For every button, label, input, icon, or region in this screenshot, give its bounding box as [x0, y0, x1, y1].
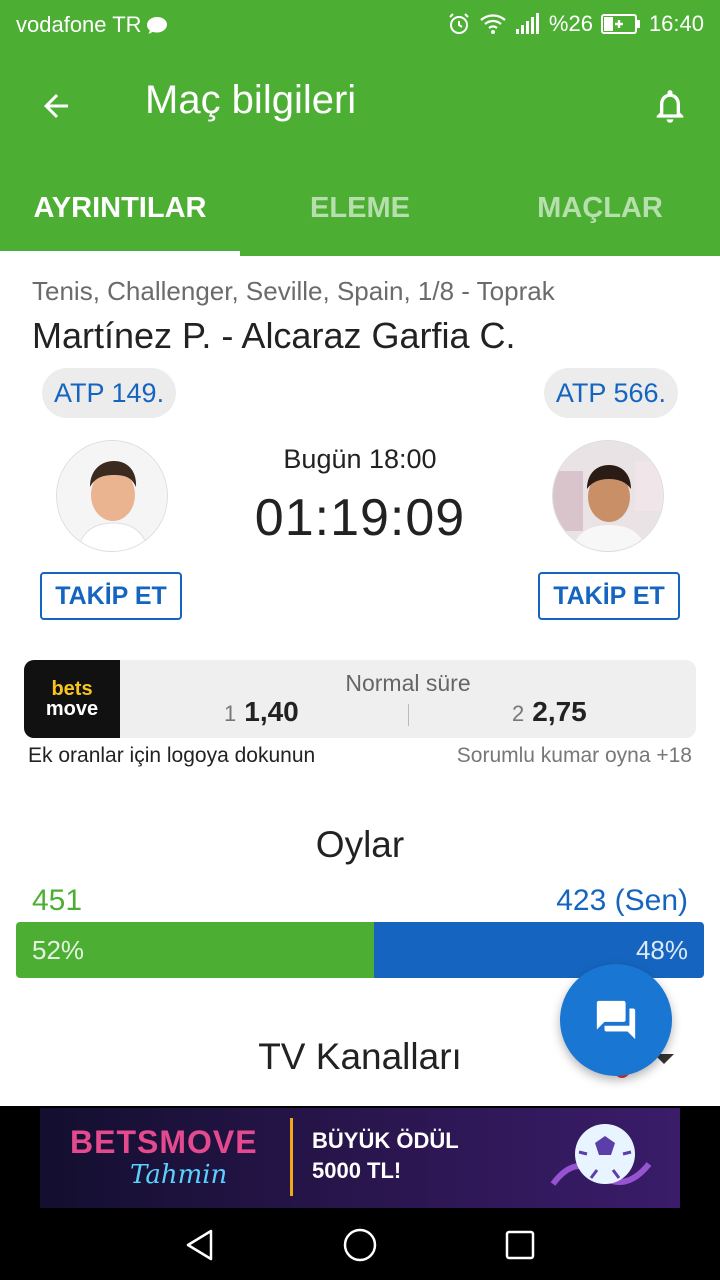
battery-percent: %26	[548, 11, 593, 36]
message-icon	[146, 15, 168, 35]
odds-away-value: 2,75	[532, 696, 587, 727]
logo-text-bottom: move	[45, 698, 99, 720]
odds-home-value: 1,40	[244, 696, 299, 727]
back-button[interactable]	[30, 80, 82, 132]
banner-brand: BETSMOVE	[70, 1124, 258, 1160]
vote-bar-player2[interactable]: 48%	[373, 922, 704, 978]
status-icons: %26 16:40	[447, 11, 704, 37]
odds-hint: Ek oranlar için logoya dokunun	[28, 744, 316, 767]
square-recents-icon	[505, 1230, 535, 1260]
vote-count-player1: 451	[32, 884, 83, 917]
carrier-label: vodafone TR	[16, 12, 142, 37]
player2-rank[interactable]: ATP 566.	[543, 368, 678, 418]
chat-button[interactable]	[560, 964, 672, 1076]
carrier: vodafone TR	[16, 12, 168, 38]
system-nav-bar	[0, 1210, 720, 1280]
follow-player1-button[interactable]: TAKİP ET	[40, 572, 182, 620]
tab-bar: AYRINTILAR ELEME MAÇLAR	[0, 160, 720, 256]
banner-divider	[290, 1118, 293, 1196]
nav-back-button[interactable]	[178, 1223, 222, 1267]
status-bar: vodafone TR %26 16:40	[0, 0, 720, 48]
logo-text-top: bets	[51, 678, 93, 700]
odds-home[interactable]: 1 1,40	[224, 696, 299, 728]
chat-icon	[596, 1000, 636, 1040]
bell-icon	[656, 90, 684, 123]
signal-icon	[515, 13, 541, 35]
banner-subtitle: Tahmin	[130, 1160, 228, 1190]
ad-banner[interactable]: BETSMOVE Tahmin BÜYÜK ÖDÜL 5000 TL!	[40, 1108, 680, 1208]
tab-details[interactable]: AYRINTILAR	[0, 160, 240, 256]
odds-away-index: 2	[512, 701, 525, 726]
arrow-left-icon	[44, 94, 68, 118]
responsible-gambling-note: Sorumlu kumar oyna +18	[456, 744, 692, 767]
match-title: Martínez P. - Alcaraz Garfia C.	[32, 315, 516, 356]
app-bar: Maç bilgileri	[0, 48, 720, 160]
page-title: Maç bilgileri	[145, 78, 357, 122]
countdown-timer: 01:19:09	[254, 489, 466, 547]
soccer-ball-icon	[550, 1124, 652, 1186]
triangle-back-icon	[186, 1229, 213, 1261]
odds-label: Normal süre	[345, 670, 471, 696]
battery-charging-icon	[600, 13, 641, 35]
vote-percent-player2: 48%	[635, 934, 688, 965]
odds-away[interactable]: 2 2,75	[512, 696, 587, 728]
votes-title: Oylar	[315, 824, 405, 865]
player1-rank[interactable]: ATP 149.	[42, 368, 177, 418]
kickoff-time: Bugün 18:00	[283, 444, 437, 474]
vote-bar-player1[interactable]: 52%	[16, 922, 374, 978]
odds-home-index: 1	[224, 701, 237, 726]
alarm-icon	[447, 12, 471, 36]
circle-home-icon	[343, 1228, 377, 1262]
notification-button[interactable]	[642, 78, 698, 134]
banner-headline: BÜYÜK ÖDÜL	[312, 1128, 459, 1153]
vote-count-player2: 423 (Sen)	[556, 884, 688, 917]
follow-player2-button[interactable]: TAKİP ET	[538, 572, 680, 620]
tab-elimination[interactable]: ELEME	[240, 160, 480, 256]
competition-info: Tenis, Challenger, Seville, Spain, 1/8 -…	[32, 276, 555, 306]
vote-percent-player1: 52%	[32, 934, 85, 965]
odds-divider	[408, 704, 409, 726]
banner-prize: 5000 TL!	[312, 1158, 402, 1183]
nav-home-button[interactable]	[338, 1223, 382, 1267]
odds-panel[interactable]: bets move Normal süre 1 1,40 2 2,75	[24, 660, 696, 738]
nav-recents-button[interactable]	[498, 1223, 542, 1267]
clock: 16:40	[648, 11, 704, 36]
wifi-icon	[479, 13, 507, 35]
betsmove-logo[interactable]: bets move	[24, 660, 120, 738]
tab-matches[interactable]: MAÇLAR	[480, 160, 720, 256]
